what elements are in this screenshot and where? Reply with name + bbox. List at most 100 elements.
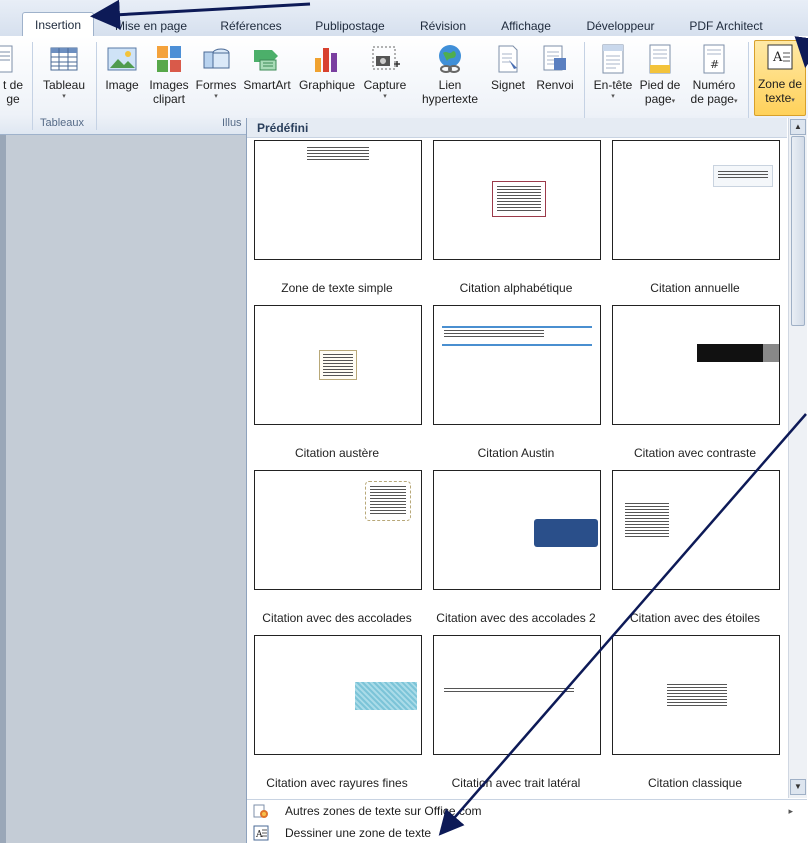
preview-shaded-box	[713, 165, 773, 187]
gallery-item[interactable]: Zone de texte simple	[252, 138, 422, 303]
smartart-button[interactable]: SmartArt	[240, 42, 294, 92]
scrollbar-thumb[interactable]	[791, 136, 805, 326]
preview-text-lines	[497, 186, 541, 212]
preview-text-lines	[444, 688, 574, 693]
gallery-thumb-citation-alphabetique[interactable]	[433, 140, 601, 260]
gallery-thumb-citation-austere[interactable]	[254, 305, 422, 425]
tab-mise-en-page[interactable]: Mise en page	[110, 16, 192, 36]
preview-accent-block	[763, 344, 779, 362]
group-label-illustrations: Illus	[222, 117, 242, 129]
tab-developpeur[interactable]: Développeur	[578, 16, 663, 36]
document-ruler-strip	[0, 135, 6, 843]
tab-publipostage[interactable]: Publipostage	[305, 16, 395, 36]
gallery-item[interactable]: Citation avec contraste	[610, 303, 780, 468]
tab-insertion[interactable]: Insertion	[22, 12, 94, 37]
lien-hypertexte-button[interactable]: Lien hypertexte	[418, 42, 482, 106]
text-box-icon: A	[765, 43, 795, 73]
table-icon	[49, 44, 79, 74]
gallery-caption: Citation alphabétique	[459, 281, 573, 295]
draw-text-box-menu-item[interactable]: A Dessiner une zone de texte	[247, 822, 807, 844]
preview-text-lines	[667, 684, 727, 706]
gallery-caption: Citation austère	[294, 446, 380, 460]
tab-pdf-architect[interactable]: PDF Architect	[680, 16, 772, 36]
submenu-arrow-icon: ▸	[788, 806, 793, 816]
gallery-grid: Zone de texte simple Citation alphabétiq…	[247, 138, 787, 798]
draw-text-box-icon: A	[253, 825, 269, 841]
bookmark-icon	[493, 44, 523, 74]
scroll-down-button[interactable]: ▼	[790, 779, 806, 795]
gallery-scrollbar[interactable]: ▲ ▼	[788, 118, 807, 798]
formes-button[interactable]: Formes ▾	[194, 42, 238, 102]
en-tete-button[interactable]: En-tête ▾	[590, 42, 636, 102]
zone-de-texte-button[interactable]: A Zone de texte▾	[754, 40, 806, 116]
numero-de-page-button[interactable]: # Numéro de page▾	[686, 42, 742, 107]
preview-text-lines	[370, 486, 406, 516]
ribbon-separator	[32, 42, 33, 130]
images-clipart-button[interactable]: Images clipart	[146, 42, 192, 106]
cross-reference-icon	[540, 44, 570, 74]
gallery-caption: Citation classique	[647, 776, 743, 790]
preview-rule	[442, 326, 592, 328]
scroll-up-button[interactable]: ▲	[790, 119, 806, 135]
screenshot-icon	[370, 44, 400, 74]
more-text-boxes-menu-item[interactable]: Autres zones de texte sur Office.com ▸	[247, 799, 807, 822]
gallery-item[interactable]: Citation avec des étoiles	[610, 468, 780, 633]
tableau-button[interactable]: Tableau ▾	[38, 42, 90, 102]
gallery-thumb-citation-classique[interactable]	[612, 635, 780, 755]
gallery-thumb-citation-avec-contraste[interactable]	[612, 305, 780, 425]
page-icon	[0, 44, 28, 74]
gallery-caption: Citation annuelle	[650, 281, 740, 295]
gallery-item[interactable]: Citation alphabétique	[431, 138, 601, 303]
image-button[interactable]: Image	[102, 42, 142, 92]
text-box-gallery: Prédéfini Zone de texte simple Citation …	[246, 118, 808, 843]
gallery-thumb-citation-avec-rayures-fines[interactable]	[254, 635, 422, 755]
svg-text:A: A	[255, 830, 263, 840]
footer-icon	[645, 44, 675, 74]
page-number-icon: #	[699, 44, 729, 74]
gallery-thumb-citation-annuelle[interactable]	[612, 140, 780, 260]
gallery-item[interactable]: Citation avec des accolades 2	[431, 468, 601, 633]
chart-icon	[312, 44, 342, 74]
ribbon-tab-bar: Insertion Mise en page Références Publip…	[0, 0, 808, 37]
gallery-thumb-citation-avec-des-accolades-2[interactable]	[433, 470, 601, 590]
gallery-thumb-citation-austin[interactable]	[433, 305, 601, 425]
preview-text-lines	[718, 171, 768, 180]
gallery-thumb-zone-de-texte-simple[interactable]	[254, 140, 422, 260]
gallery-item[interactable]: Citation Austin	[431, 303, 601, 468]
clipped-left-button[interactable]: t de ge	[0, 42, 28, 106]
gallery-caption: Citation avec contraste	[633, 446, 757, 460]
gallery-item[interactable]: Citation annuelle	[610, 138, 780, 303]
gallery-caption: Citation avec des étoiles	[629, 611, 761, 625]
gallery-thumb-citation-avec-des-accolades[interactable]	[254, 470, 422, 590]
tab-revision[interactable]: Révision	[412, 16, 474, 36]
signet-button[interactable]: Signet	[488, 42, 528, 92]
preview-text-lines	[323, 354, 353, 376]
gallery-item[interactable]: Citation classique	[610, 633, 780, 798]
globe-link-icon	[435, 44, 465, 74]
gallery-caption: Citation Austin	[477, 446, 555, 460]
graphique-button[interactable]: Graphique	[296, 42, 358, 92]
tab-references[interactable]: Références	[212, 16, 290, 36]
gallery-item[interactable]: Citation avec des accolades	[252, 468, 422, 633]
document-area	[0, 135, 246, 843]
svg-text:A: A	[772, 50, 783, 65]
gallery-item[interactable]: Citation avec rayures fines	[252, 633, 422, 798]
gallery-thumb-citation-avec-des-etoiles[interactable]	[612, 470, 780, 590]
capture-button[interactable]: Capture ▾	[360, 42, 410, 102]
gallery-thumb-citation-avec-trait-lateral[interactable]	[433, 635, 601, 755]
preview-striped-box	[355, 682, 417, 710]
header-icon	[598, 44, 628, 74]
group-label-tableaux: Tableaux	[40, 117, 85, 129]
renvoi-button[interactable]: Renvoi	[532, 42, 578, 92]
gallery-caption: Zone de texte simple	[281, 281, 393, 295]
gallery-caption: Citation avec rayures fines	[266, 776, 408, 790]
tab-affichage[interactable]: Affichage	[490, 16, 562, 36]
preview-bordered-box	[492, 181, 546, 217]
gallery-item[interactable]: Citation austère	[252, 303, 422, 468]
clipart-icon	[154, 44, 184, 74]
shapes-icon	[201, 44, 231, 74]
ribbon-separator	[96, 42, 97, 130]
gallery-item[interactable]: Citation avec trait latéral	[431, 633, 601, 798]
preview-bordered-box	[319, 350, 357, 380]
pied-de-page-button[interactable]: Pied de page▾	[636, 42, 684, 107]
